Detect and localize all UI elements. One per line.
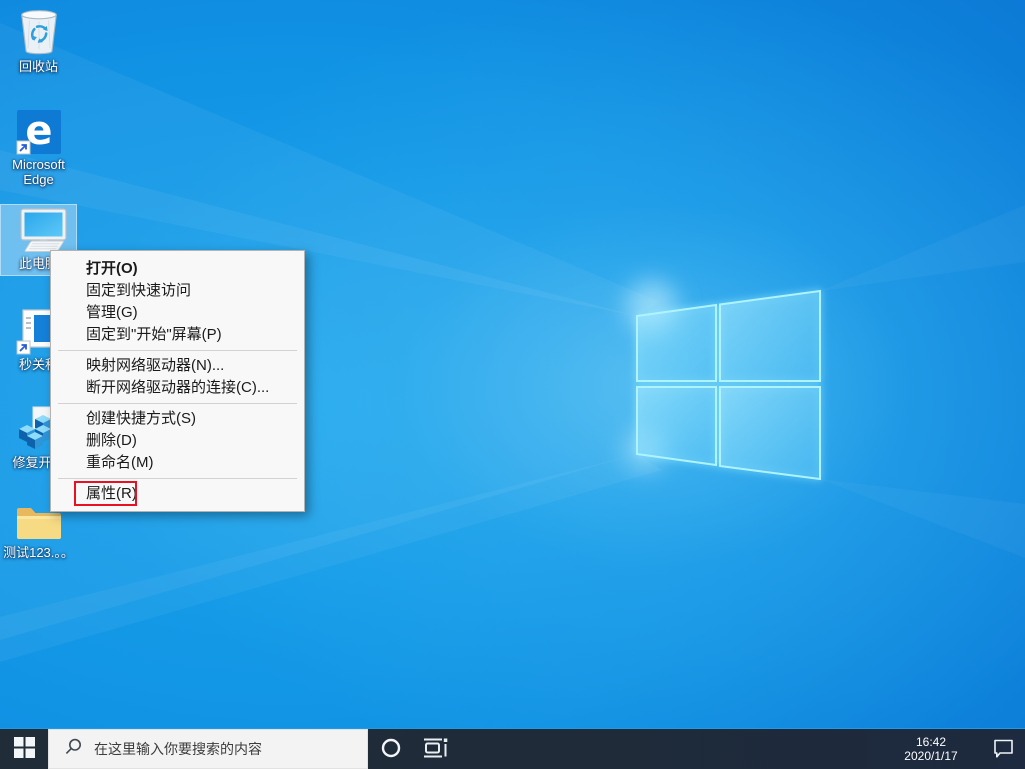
cortana-button[interactable] [368, 729, 413, 769]
desktop[interactable]: 回收站 e Microsoft Edge 此电脑 秒关程 修复开机 测试123.… [0, 0, 1025, 728]
menu-item-disconnect-network-drive[interactable]: 断开网络驱动器的连接(C)... [51, 377, 304, 399]
menu-item-rename[interactable]: 重命名(M) [51, 452, 304, 474]
menu-item-map-network-drive[interactable]: 映射网络驱动器(N)... [51, 355, 304, 377]
task-view-button[interactable] [413, 729, 458, 769]
clock-time: 16:42 [915, 734, 947, 749]
action-center-button[interactable] [981, 737, 1025, 762]
desktop-icon-recycle-bin[interactable]: 回收站 [1, 4, 76, 74]
edge-icon: e [16, 109, 62, 155]
icon-label: 测试123.。。 [3, 545, 74, 560]
shortcut-arrow-icon [16, 340, 30, 355]
icon-label: Microsoft Edge [12, 157, 65, 187]
this-pc-icon [7, 208, 71, 254]
action-center-icon [992, 737, 1015, 762]
taskbar-search[interactable] [48, 729, 368, 769]
context-menu: 打开(O) 固定到快速访问 管理(G) 固定到"开始"屏幕(P) 映射网络驱动器… [50, 250, 305, 512]
windows-logo-icon [13, 737, 35, 761]
clock-date: 2020/1/17 [904, 749, 958, 763]
taskbar-clock[interactable]: 16:42 2020/1/17 [881, 735, 981, 764]
cortana-circle-icon [380, 737, 402, 762]
icon-label: 回收站 [18, 59, 58, 74]
menu-item-properties[interactable]: 属性(R) [51, 481, 304, 506]
menu-item-create-shortcut[interactable]: 创建快捷方式(S) [51, 408, 304, 430]
task-view-icon [423, 736, 448, 762]
taskbar: 16:42 2020/1/17 [0, 728, 1025, 769]
menu-item-pin-to-quick-access[interactable]: 固定到快速访问 [51, 280, 304, 302]
system-tray: 16:42 2020/1/17 [881, 729, 1025, 769]
menu-item-manage[interactable]: 管理(G) [51, 302, 304, 324]
menu-separator [58, 403, 297, 404]
shortcut-arrow-icon [16, 140, 30, 155]
menu-separator [58, 350, 297, 351]
menu-separator [58, 478, 297, 479]
recycle-bin-icon [16, 7, 62, 57]
menu-item-properties-label: 属性(R) [86, 485, 137, 502]
search-icon [63, 737, 83, 762]
search-input[interactable] [92, 740, 367, 758]
desktop-icon-microsoft-edge[interactable]: e Microsoft Edge [1, 106, 76, 187]
start-button[interactable] [0, 729, 48, 769]
menu-item-pin-to-start[interactable]: 固定到"开始"屏幕(P) [51, 324, 304, 346]
menu-item-open[interactable]: 打开(O) [51, 258, 304, 280]
menu-item-delete[interactable]: 删除(D) [51, 430, 304, 452]
